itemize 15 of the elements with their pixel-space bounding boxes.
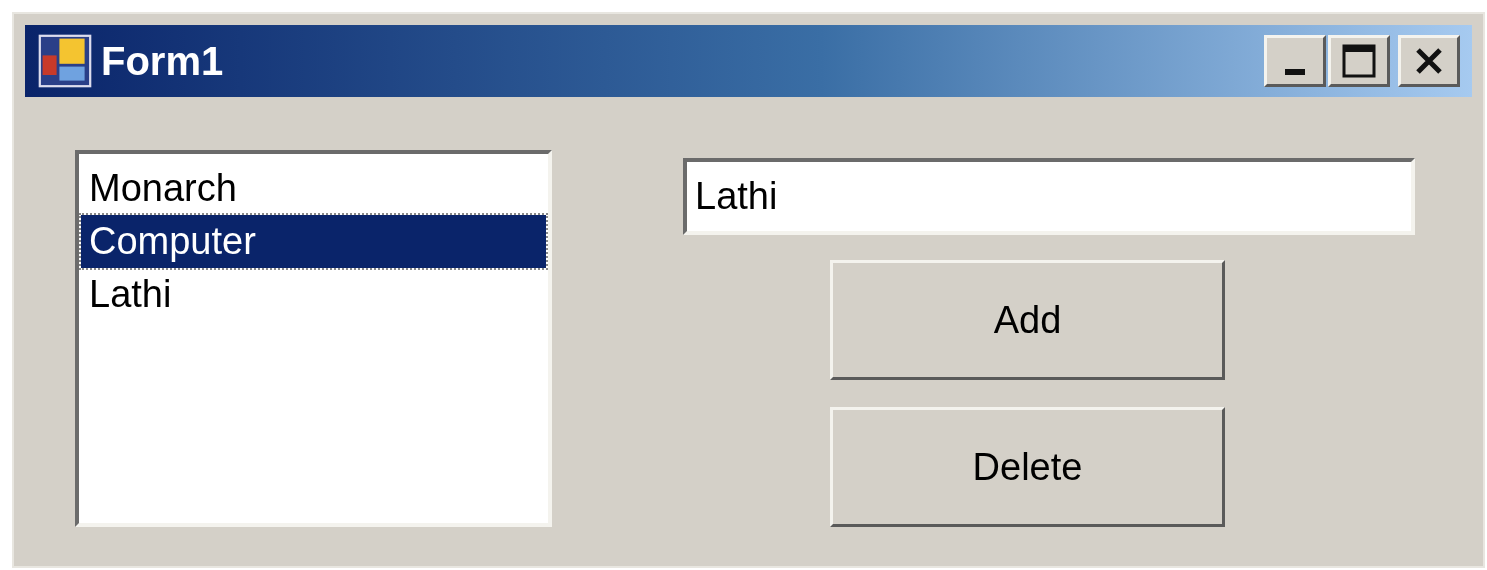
minimize-icon [1285, 69, 1305, 75]
app-icon [37, 33, 93, 89]
window-title: Form1 [101, 41, 224, 81]
text-field[interactable]: Lathi [683, 158, 1415, 235]
list-item[interactable]: Computer [81, 215, 546, 268]
delete-button[interactable]: Delete [830, 407, 1225, 527]
maximize-icon [1342, 44, 1376, 78]
maximize-button[interactable] [1328, 35, 1390, 87]
list-item[interactable]: Lathi [81, 268, 546, 321]
list-box[interactable]: Monarch Computer Lathi [75, 150, 552, 527]
close-icon [1414, 46, 1444, 76]
list-item[interactable]: Monarch [81, 162, 546, 215]
add-button[interactable]: Add [830, 260, 1225, 380]
minimize-button[interactable] [1264, 35, 1326, 87]
close-button[interactable] [1398, 35, 1460, 87]
